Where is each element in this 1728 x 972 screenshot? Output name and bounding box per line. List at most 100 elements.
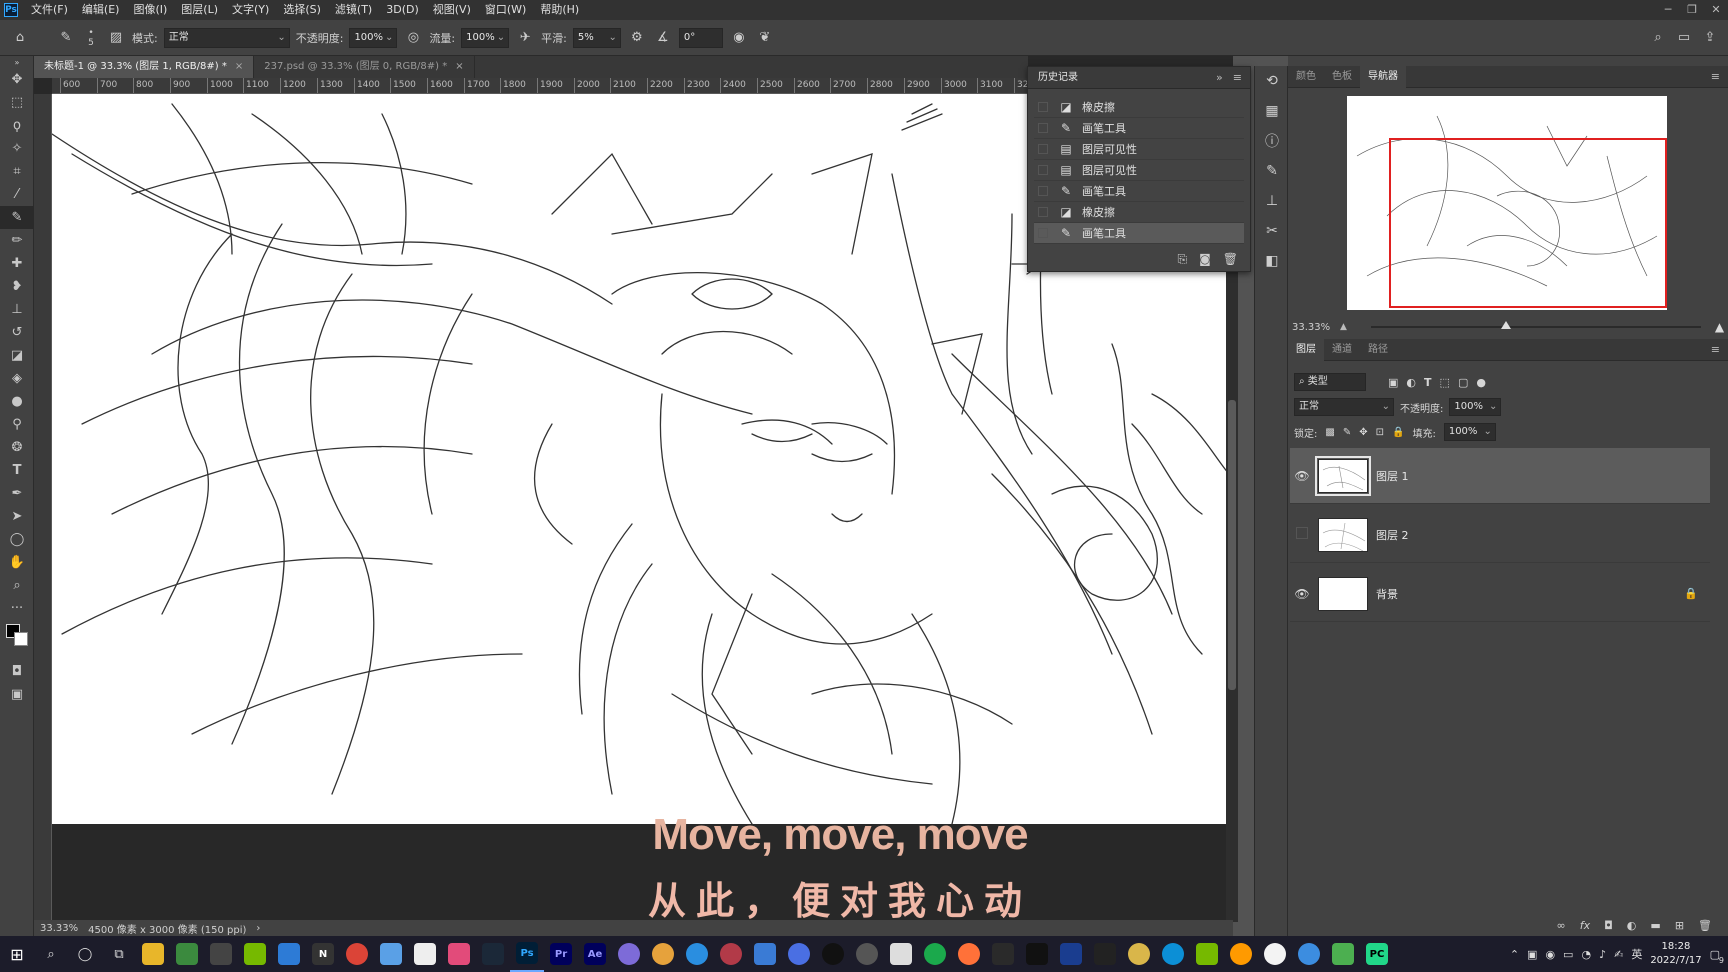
zoom-tool-icon[interactable]: ⌕ bbox=[0, 574, 34, 597]
healing-tool-icon[interactable]: ✚ bbox=[0, 252, 34, 275]
properties-panel-icon[interactable]: ▦ bbox=[1255, 96, 1289, 126]
color-swatches[interactable] bbox=[0, 620, 34, 660]
home-icon[interactable]: ⌂ bbox=[10, 28, 30, 48]
app-icon[interactable] bbox=[1326, 936, 1360, 972]
search-icon[interactable]: ⌕ bbox=[34, 936, 68, 972]
app-icon[interactable] bbox=[782, 936, 816, 972]
tab-color[interactable]: 颜色 bbox=[1288, 66, 1324, 88]
app-icon[interactable] bbox=[748, 936, 782, 972]
tab-237-psd[interactable]: 237.psd @ 33.3% (图层 0, RGB/8#) * × bbox=[254, 56, 475, 78]
magic-wand-tool-icon[interactable]: ✧ bbox=[0, 137, 34, 160]
history-snapshot-box[interactable] bbox=[1038, 207, 1048, 217]
lock-pixels-icon[interactable]: ✎ bbox=[1343, 427, 1351, 438]
menu-edit[interactable]: 编辑(E) bbox=[75, 0, 127, 20]
chevron-up-icon[interactable]: ⌃ bbox=[1510, 948, 1519, 961]
clock[interactable]: 18:28 2022/7/17 bbox=[1650, 940, 1701, 968]
filter-pixel-icon[interactable]: ▣ bbox=[1388, 376, 1398, 389]
tab-history[interactable]: 历史记录 bbox=[1034, 67, 1082, 89]
mode-select[interactable]: 正常 ⌄ bbox=[163, 27, 290, 48]
brush-panel-icon[interactable]: ✎ bbox=[1255, 156, 1289, 186]
layer-thumbnail[interactable] bbox=[1318, 576, 1368, 611]
restore-icon[interactable]: ❐ bbox=[1680, 0, 1704, 20]
lock-artboard-icon[interactable]: ⊡ bbox=[1376, 427, 1384, 438]
brush-size-picker[interactable]: • 5 bbox=[82, 28, 100, 48]
airbrush-icon[interactable]: ✈ bbox=[515, 28, 535, 48]
app-icon[interactable] bbox=[170, 936, 204, 972]
menu-file[interactable]: 文件(F) bbox=[24, 0, 75, 20]
history-item[interactable]: ✎ 画笔工具 bbox=[1034, 118, 1244, 139]
layer-row-background[interactable]: 👁 背景 🔒 bbox=[1290, 566, 1710, 622]
volume-icon[interactable]: ♪ bbox=[1599, 948, 1606, 961]
pycharm-icon[interactable]: PC bbox=[1360, 936, 1394, 972]
app-icon[interactable] bbox=[1292, 936, 1326, 972]
flow-field[interactable]: 100% ⌄ bbox=[461, 27, 510, 48]
panel-menu-icon[interactable]: ≡ bbox=[1711, 70, 1720, 83]
new-document-from-state-icon[interactable]: ⎘ bbox=[1178, 252, 1188, 267]
filter-toggle-icon[interactable]: ● bbox=[1476, 376, 1486, 389]
app-icon[interactable] bbox=[918, 936, 952, 972]
visibility-toggle-off[interactable] bbox=[1290, 527, 1314, 542]
eraser-tool-icon[interactable]: ◪ bbox=[0, 344, 34, 367]
app-icon[interactable] bbox=[646, 936, 680, 972]
crop-tool-icon[interactable]: ⌗ bbox=[0, 160, 34, 183]
close-icon[interactable]: × bbox=[235, 61, 243, 72]
tab-paths[interactable]: 路径 bbox=[1360, 339, 1396, 361]
epic-games-icon[interactable] bbox=[986, 936, 1020, 972]
layer-thumbnail[interactable] bbox=[1315, 455, 1371, 496]
filter-shape-icon[interactable]: ⬚ bbox=[1440, 376, 1450, 389]
smoothing-field[interactable]: 5% ⌄ bbox=[572, 27, 621, 48]
history-snapshot-box[interactable] bbox=[1038, 123, 1048, 133]
app-icon[interactable] bbox=[714, 936, 748, 972]
zoom-out-icon[interactable]: ▲ bbox=[1340, 322, 1347, 332]
after-effects-icon[interactable]: Ae bbox=[578, 936, 612, 972]
lock-all-icon[interactable]: 🔒 bbox=[1392, 427, 1404, 438]
symmetry-icon[interactable]: ❦ bbox=[755, 28, 775, 48]
info-icon[interactable]: ⓘ bbox=[1255, 126, 1289, 156]
cortana-icon[interactable]: ◯ bbox=[68, 936, 102, 972]
brush-preset-icon[interactable]: ✎ bbox=[56, 28, 76, 48]
app-icon[interactable] bbox=[1122, 936, 1156, 972]
menu-view[interactable]: 视图(V) bbox=[426, 0, 478, 20]
tray-app-icon[interactable]: ▣ bbox=[1527, 948, 1537, 961]
qq-icon[interactable] bbox=[816, 936, 850, 972]
clone-source-icon[interactable]: ⊥ bbox=[1255, 186, 1289, 216]
app-icon[interactable] bbox=[850, 936, 884, 972]
panel-menu-icon[interactable]: ≡ bbox=[1233, 71, 1242, 84]
dodge-tool-icon[interactable]: ⚲ bbox=[0, 413, 34, 436]
more-tools-icon[interactable]: ··· bbox=[0, 597, 34, 620]
app-icon[interactable] bbox=[1224, 936, 1258, 972]
file-icon[interactable] bbox=[408, 936, 442, 972]
app-icon[interactable] bbox=[1258, 936, 1292, 972]
app-icon[interactable] bbox=[884, 936, 918, 972]
history-snapshot-box[interactable] bbox=[1038, 102, 1048, 112]
photoshop-taskbar-icon[interactable]: Ps bbox=[510, 936, 544, 972]
adjustment-layer-icon[interactable]: ◐ bbox=[1627, 919, 1637, 932]
app-icon[interactable] bbox=[442, 936, 476, 972]
app-icon[interactable] bbox=[204, 936, 238, 972]
app-icon[interactable] bbox=[374, 936, 408, 972]
quick-mask-icon[interactable]: ◘ bbox=[0, 660, 34, 683]
minimize-icon[interactable]: ─ bbox=[1656, 0, 1680, 20]
menu-type[interactable]: 文字(Y) bbox=[225, 0, 276, 20]
layer-name[interactable]: 图层 1 bbox=[1376, 468, 1710, 484]
notion-icon[interactable]: N bbox=[306, 936, 340, 972]
add-mask-icon[interactable]: ◘ bbox=[1604, 919, 1613, 932]
network-icon[interactable]: ◔ bbox=[1581, 948, 1591, 961]
battery-icon[interactable]: ▭ bbox=[1563, 948, 1573, 961]
new-group-icon[interactable]: ▬ bbox=[1650, 919, 1660, 932]
menu-help[interactable]: 帮助(H) bbox=[533, 0, 586, 20]
shape-tool-icon[interactable]: ◯ bbox=[0, 528, 34, 551]
marquee-tool-icon[interactable]: ⬚ bbox=[0, 91, 34, 114]
edge-icon[interactable] bbox=[1156, 936, 1190, 972]
new-layer-icon[interactable]: ⊞ bbox=[1675, 919, 1684, 932]
tab-channels[interactable]: 通道 bbox=[1324, 339, 1360, 361]
path-select-tool-icon[interactable]: ➤ bbox=[0, 505, 34, 528]
layer-filter-select[interactable]: ⌕ 类型 bbox=[1294, 373, 1366, 391]
pencil-tool-icon[interactable]: ✏ bbox=[0, 229, 34, 252]
history-item[interactable]: ◪ 橡皮擦 bbox=[1034, 97, 1244, 118]
lock-transparent-icon[interactable]: ▩ bbox=[1325, 427, 1334, 438]
history-item[interactable]: ◪ 橡皮擦 bbox=[1034, 202, 1244, 223]
stamp-tool-icon[interactable]: ⊥ bbox=[0, 298, 34, 321]
task-view-icon[interactable]: ⧉ bbox=[102, 936, 136, 972]
steam-icon[interactable] bbox=[476, 936, 510, 972]
